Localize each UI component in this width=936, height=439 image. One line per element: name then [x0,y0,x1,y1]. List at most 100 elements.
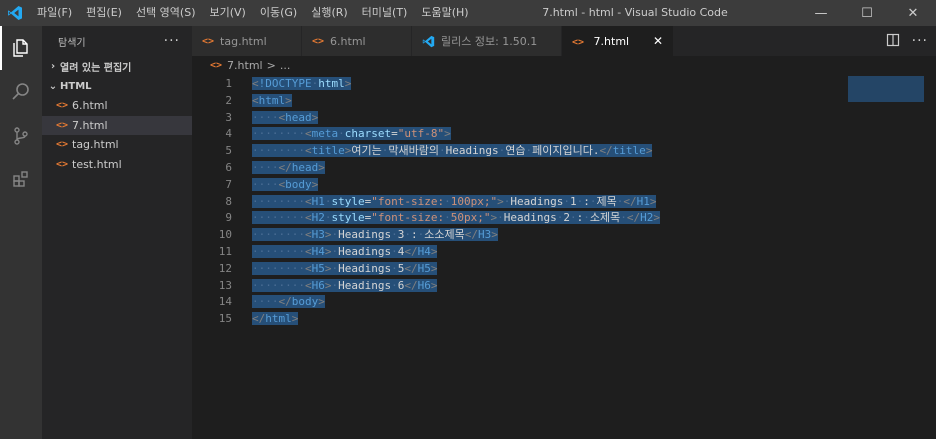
activity-bar [0,26,42,439]
file-item-tag-html[interactable]: <> tag.html [42,135,192,155]
selected-text: ········<H1·style="font-size:·100px;">·H… [252,194,657,208]
file-label: 6.html [72,99,108,113]
file-item-7-html[interactable]: <> 7.html [42,115,192,135]
sidebar-header: 탐색기 ··· [42,26,192,56]
open-editors-section[interactable]: › 열려 있는 편집기 [42,56,192,76]
line-number: 4 [225,127,232,141]
breadcrumb: <> 7.html > ... [192,56,936,74]
more-actions-icon[interactable]: ··· [164,33,180,49]
source-control-icon[interactable] [0,114,42,158]
menu-selection[interactable]: 선택 영역(S) [129,0,203,26]
line-number: 10 [218,228,232,242]
folder-label: HTML [60,80,92,92]
title-bar: 파일(F) 편집(E) 선택 영역(S) 보기(V) 이동(G) 실행(R) 터… [0,0,936,26]
tab-release-notes[interactable]: 릴리스 정보: 1.50.1 [412,26,562,56]
line-number: 2 [225,93,232,107]
menu-go[interactable]: 이동(G) [253,0,304,26]
selected-text: ········<meta·charset="utf-8"> [252,127,451,141]
html-icon: <> [56,100,69,112]
code-line[interactable]: ····<head> [252,110,660,127]
menu-terminal[interactable]: 터미널(T) [355,0,415,26]
menu-bar: 파일(F) 편집(E) 선택 영역(S) 보기(V) 이동(G) 실행(R) 터… [30,0,476,26]
menu-file[interactable]: 파일(F) [30,0,79,26]
chevron-right-icon: › [50,60,56,72]
code-line[interactable]: ········<H6>·Headings·6</H6> [252,278,660,295]
line-number-gutter: 1 2 3 4 5 6 7 8 9 10 11 12 13 14 15 [192,76,232,328]
selected-text: ········<H6>·Headings·6</H6> [252,278,438,292]
line-number: 3 [225,110,232,124]
html-icon: <> [210,59,223,71]
window-controls: — ☐ ✕ [798,0,936,26]
minimap-selection [848,76,924,102]
editor-tab-bar: <> tag.html <> 6.html 릴리스 정보: 1.50.1 <> … [192,26,936,56]
tab-6-html[interactable]: <> 6.html [302,26,412,56]
code-lines[interactable]: <!DOCTYPE·html> <html> ····<head> ········<… [252,76,660,328]
minimap[interactable] [848,76,924,104]
file-item-test-html[interactable]: <> test.html [42,155,192,175]
close-button[interactable]: ✕ [890,0,936,26]
line-number: 1 [225,77,232,90]
code-line[interactable]: ····<body> [252,177,660,194]
selected-text: ········<H2·style="font-size:·50px;">·He… [252,211,660,225]
explorer-icon[interactable] [0,26,42,70]
selected-text: <html> [252,93,292,107]
breadcrumb-file[interactable]: 7.html [227,59,263,72]
code-line[interactable]: ········<meta·charset="utf-8"> [252,126,660,143]
code-line[interactable]: ········<H5>·Headings·5</H5> [252,261,660,278]
line-number: 14 [218,295,232,309]
vscode-logo-icon [0,0,30,26]
file-label: test.html [72,157,122,171]
tab-tag-html[interactable]: <> tag.html [192,26,302,56]
html-icon: <> [56,119,69,131]
line-number: 5 [225,144,232,158]
code-line[interactable]: <html> [252,93,660,110]
minimize-button[interactable]: — [798,0,844,26]
more-actions-icon[interactable]: ··· [912,33,928,49]
open-editors-label: 열려 있는 편집기 [60,62,132,74]
code-line[interactable]: ········<H2·style="font-size:·50px;">·He… [252,210,660,227]
code-line[interactable]: ········<H1·style="font-size:·100px;">·H… [252,194,660,211]
code-line[interactable]: ····</body> [252,294,660,311]
code-line[interactable]: </html> [252,311,660,328]
code-line[interactable]: ········<title>여기는·막새바람의·Headings·연습·페이지… [252,143,660,160]
selected-text: ········<title>여기는·막새바람의·Headings·연습·페이지… [252,144,653,158]
menu-edit[interactable]: 편집(E) [79,0,129,26]
code-editor[interactable]: 1 2 3 4 5 6 7 8 9 10 11 12 13 14 15 <!DOCTYPE·html> <ht… [192,74,936,439]
extensions-icon[interactable] [0,158,42,202]
code-line[interactable]: ········<H3>·Headings·3·:·소소제목</H3> [252,227,660,244]
tab-label: 6.html [330,34,366,48]
maximize-button[interactable]: ☐ [844,0,890,26]
code-line[interactable]: ········<H4>·Headings·4</H4> [252,244,660,261]
menu-view[interactable]: 보기(V) [202,0,252,26]
line-number: 15 [218,312,232,326]
split-editor-icon[interactable] [886,33,900,50]
file-label: 7.html [72,118,108,132]
breadcrumb-separator: > [266,58,276,72]
sidebar-title: 탐색기 [58,37,86,49]
selected-text: ········<H3>·Headings·3·:·소소제목</H3> [252,228,498,242]
selected-text: ····<head> [252,110,319,124]
line-number: 9 [225,211,232,225]
code-line[interactable]: ····</head> [252,160,660,177]
line-number: 12 [218,261,232,275]
menu-help[interactable]: 도움말(H) [414,0,475,26]
close-tab-icon[interactable]: ✕ [653,34,663,48]
code-line[interactable]: <!DOCTYPE·html> [252,76,660,93]
folder-section-html[interactable]: ⌄ HTML [42,76,192,96]
tab-label: 릴리스 정보: 1.50.1 [441,35,538,48]
selected-text: ····</body> [252,295,325,309]
selected-text: ····<body> [252,177,319,191]
html-icon: <> [312,35,325,47]
selected-text: ····</head> [252,160,325,174]
search-icon[interactable] [0,70,42,114]
html-icon: <> [56,158,69,170]
html-icon: <> [202,35,215,47]
tab-7-html[interactable]: <> 7.html ✕ [562,26,674,56]
tab-label: 7.html [593,34,630,48]
file-item-6-html[interactable]: <> 6.html [42,96,192,116]
vscode-icon [422,35,435,48]
menu-run[interactable]: 실행(R) [304,0,354,26]
selected-text: <!DOCTYPE·html> [252,77,352,90]
breadcrumb-symbol[interactable]: ... [280,59,291,72]
chevron-down-icon: ⌄ [48,80,58,92]
